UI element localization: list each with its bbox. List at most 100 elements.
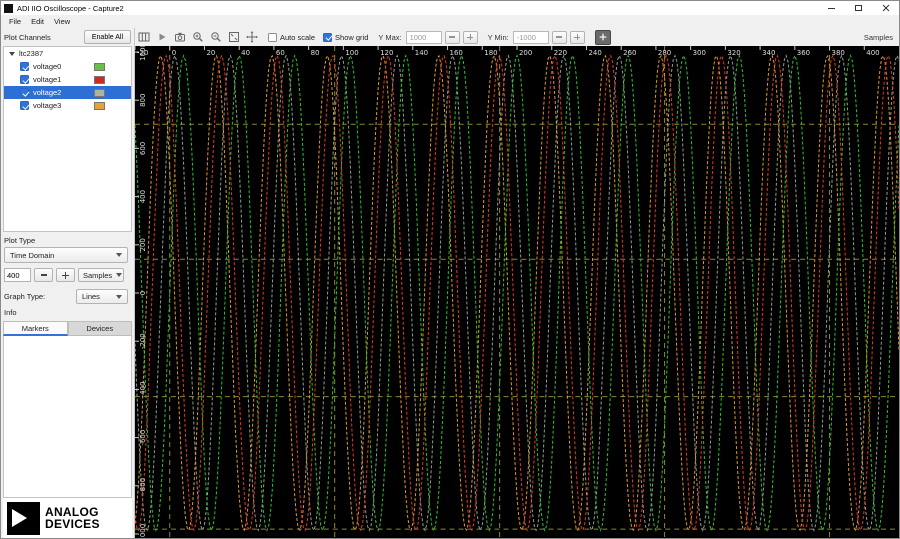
adi-logo-icon	[7, 501, 40, 535]
channel-checkbox[interactable]	[20, 75, 29, 84]
capture-button[interactable]	[171, 30, 188, 45]
window-title: ADI IIO Oscilloscope - Capture2	[17, 3, 124, 13]
info-tabs: Markers Devices	[3, 321, 132, 336]
zoom-in-button[interactable]	[189, 30, 206, 45]
menu-file[interactable]: File	[4, 17, 26, 26]
y-max-decrement-button[interactable]	[444, 30, 460, 44]
zoom-fit-button[interactable]	[225, 30, 242, 45]
svg-text:340: 340	[762, 49, 775, 57]
minimize-icon	[828, 7, 835, 9]
enable-all-button[interactable]: Enable All	[83, 30, 131, 44]
channel-row-voltage0[interactable]: voltage0	[4, 60, 131, 73]
move-button[interactable]	[243, 30, 260, 45]
app-icon	[4, 3, 13, 13]
zoom-fit-icon	[228, 32, 239, 42]
sample-count-increment-button[interactable]	[56, 268, 75, 282]
svg-text:40: 40	[241, 49, 250, 57]
new-plot-icon	[599, 33, 607, 41]
tab-devices[interactable]: Devices	[67, 321, 132, 336]
y-min-label: Y Min:	[487, 32, 509, 42]
svg-text:800: 800	[139, 94, 147, 107]
device-row[interactable]: ltc2387	[4, 47, 131, 60]
new-plot-button[interactable]	[594, 29, 611, 45]
sample-count-input[interactable]	[4, 268, 31, 282]
sample-unit-dropdown[interactable]: Samples	[78, 268, 124, 282]
close-icon	[882, 4, 889, 12]
info-label: Info	[4, 308, 17, 317]
svg-text:240: 240	[588, 49, 601, 57]
channel-list-icon	[138, 32, 149, 42]
channel-color-swatch[interactable]	[94, 88, 105, 97]
channel-color-swatch[interactable]	[94, 62, 105, 71]
channel-label: voltage3	[33, 101, 62, 110]
svg-text:300: 300	[693, 49, 706, 57]
svg-text:-400: -400	[139, 381, 147, 397]
zoom-in-icon	[192, 32, 203, 42]
channel-color-swatch[interactable]	[94, 101, 105, 110]
svg-text:20: 20	[206, 49, 215, 57]
y-min-decrement-button[interactable]	[551, 30, 567, 44]
plot-type-value: Time Domain	[10, 250, 55, 260]
channel-row-voltage1[interactable]: voltage1	[4, 73, 131, 86]
maximize-button[interactable]	[845, 1, 872, 15]
play-button[interactable]	[153, 30, 170, 45]
channel-label: voltage2	[33, 88, 62, 97]
svg-text:0: 0	[139, 291, 147, 295]
show-grid-checkbox[interactable]	[323, 32, 333, 42]
plot-type-label: Plot Type	[4, 236, 36, 245]
channel-label: voltage1	[33, 75, 62, 84]
menubar: File Edit View	[1, 15, 899, 28]
svg-text:200: 200	[139, 238, 147, 251]
show-grid-option[interactable]: Show grid	[323, 32, 369, 42]
channel-color-swatch[interactable]	[94, 75, 105, 84]
y-min-increment-button[interactable]	[569, 30, 585, 44]
svg-text:220: 220	[554, 49, 567, 57]
channel-list-button[interactable]	[135, 30, 152, 45]
auto-scale-option[interactable]: Auto scale	[268, 32, 315, 42]
auto-scale-checkbox[interactable]	[268, 32, 277, 42]
titlebar: ADI IIO Oscilloscope - Capture2	[1, 1, 899, 15]
graph-type-dropdown[interactable]: Lines	[76, 289, 128, 304]
channel-row-voltage2[interactable]: voltage2	[4, 86, 131, 99]
menu-view[interactable]: View	[49, 17, 75, 26]
channel-checkbox[interactable]	[20, 62, 29, 71]
tab-markers[interactable]: Markers	[3, 321, 68, 336]
zoom-out-button[interactable]	[207, 30, 224, 45]
app-window: ADI IIO Oscilloscope - Capture2 File Edi…	[0, 0, 900, 539]
plus-icon	[62, 271, 69, 279]
sidebar: Plot Channels Enable All ltc2387 voltage…	[1, 28, 135, 538]
svg-text:120: 120	[380, 49, 393, 57]
show-grid-label: Show grid	[335, 32, 369, 42]
info-tab-content	[3, 336, 132, 498]
channel-row-voltage3[interactable]: voltage3	[4, 99, 131, 112]
svg-text:360: 360	[797, 49, 810, 57]
minimize-button[interactable]	[818, 1, 845, 15]
maximize-icon	[855, 5, 862, 11]
svg-text:200: 200	[519, 49, 532, 57]
plus-icon	[574, 34, 581, 40]
waveform-canvas[interactable]: -20 0 20 40 60 80 100 120 140 160 180 200 220 240 260 2…	[135, 46, 899, 539]
sample-count-decrement-button[interactable]	[34, 268, 53, 282]
y-min-input[interactable]	[512, 30, 549, 44]
graph-type-label: Graph Type:	[4, 292, 46, 301]
y-max-increment-button[interactable]	[462, 30, 478, 44]
brand-text: ANALOG DEVICES	[45, 504, 100, 531]
tree-expander-icon[interactable]	[9, 51, 15, 56]
svg-text:320: 320	[727, 49, 740, 57]
menu-edit[interactable]: Edit	[26, 17, 49, 26]
minus-icon	[40, 274, 47, 276]
channel-checkbox[interactable]	[20, 101, 29, 110]
svg-text:100: 100	[345, 49, 358, 57]
oscilloscope-plot[interactable]: -20 0 20 40 60 80 100 120 140 160 180 200 220 240 260 2…	[135, 46, 899, 539]
svg-text:380: 380	[832, 49, 845, 57]
svg-text:-800: -800	[139, 478, 147, 494]
y-max-input[interactable]	[405, 30, 442, 44]
graph-type-value: Lines	[82, 292, 100, 301]
svg-text:400: 400	[866, 49, 879, 57]
svg-text:260: 260	[623, 49, 636, 57]
x-axis-unit-label: Samples	[863, 32, 893, 42]
play-icon	[159, 33, 165, 41]
channel-checkbox[interactable]	[20, 88, 29, 97]
plot-type-dropdown[interactable]: Time Domain	[4, 247, 128, 263]
close-button[interactable]	[872, 1, 899, 15]
